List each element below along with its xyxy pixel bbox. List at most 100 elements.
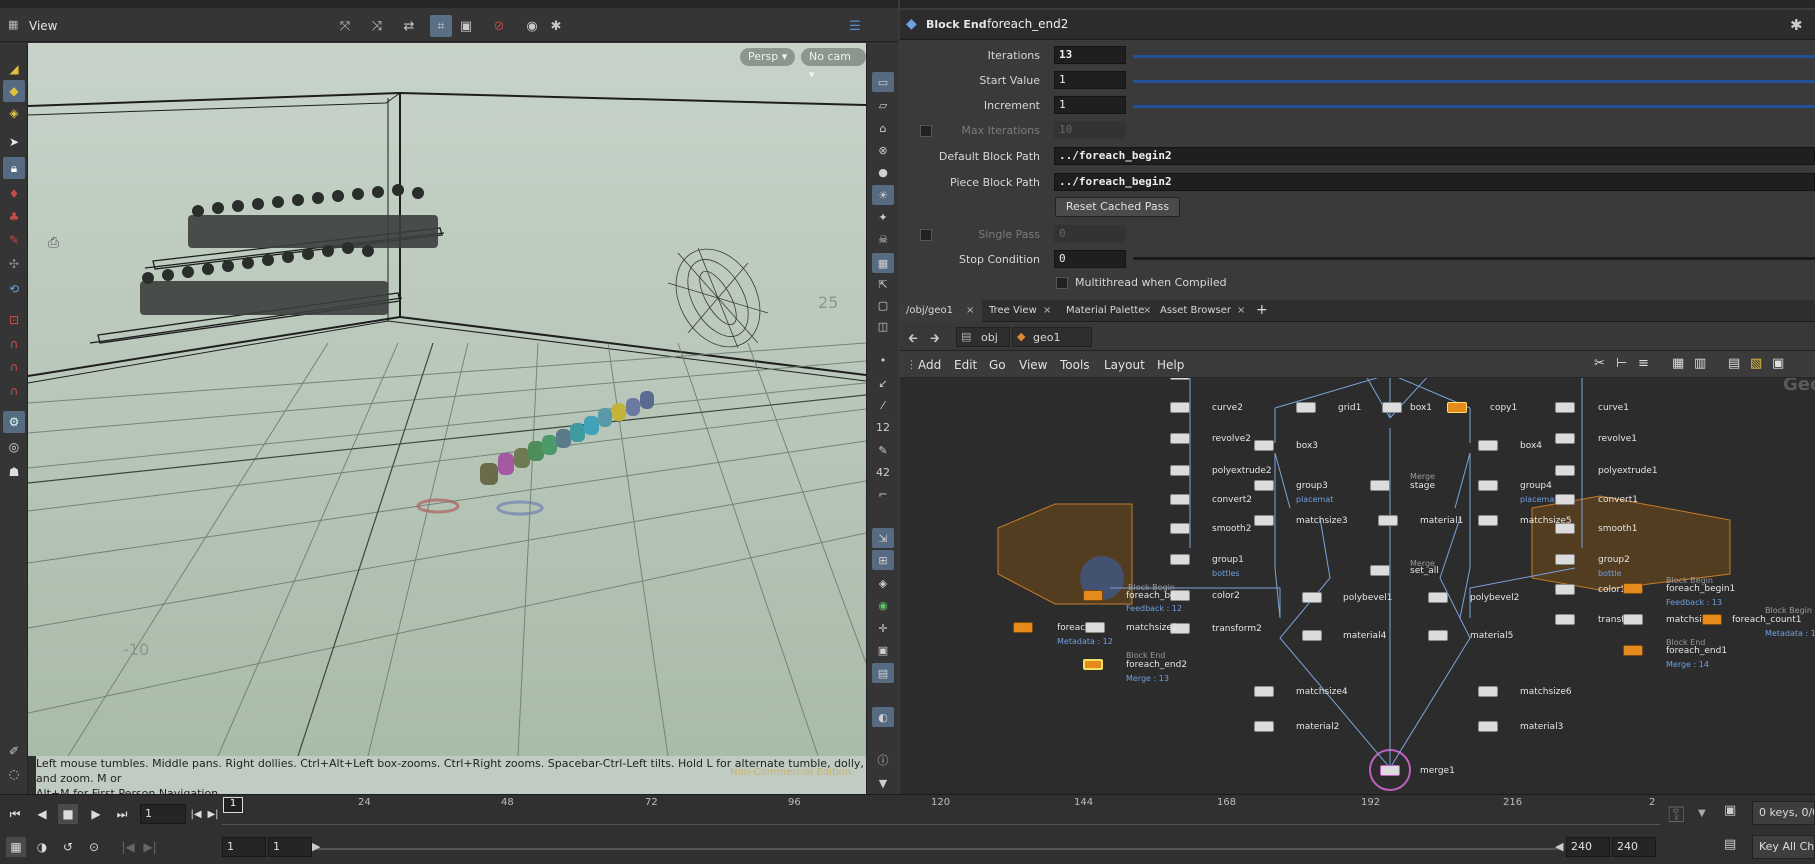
node-material3[interactable] [1478,721,1498,732]
node-polyextrude1[interactable] [1555,465,1575,476]
network-box-icon[interactable]: ▤ [1728,356,1740,371]
range-start-handle-icon[interactable]: ▶ [312,840,320,853]
jump-end-icon[interactable]: ⏭ [112,804,132,824]
magnet-icon-3[interactable]: ∩ [3,380,25,402]
gear-icon[interactable]: ✱ [1790,16,1803,34]
key-all-channels-button[interactable]: Key All Cha [1752,835,1815,859]
display-options-icon[interactable]: ☰ [844,15,866,37]
audio-icon[interactable]: ◑ [32,837,52,857]
node-matchsize1[interactable] [1085,622,1105,633]
bg-icon[interactable]: ◫ [872,316,894,336]
increment-field[interactable]: 1 [1054,96,1126,114]
snapping-icon[interactable]: ⚙ [3,411,25,433]
iterations-slider[interactable] [1133,55,1815,58]
snap-prim-icon[interactable]: ▣ [455,15,477,37]
node-foreach-count2[interactable] [1013,622,1033,633]
keyframe-channel-icon[interactable]: ▤ [1724,837,1736,852]
piece-block-path-field[interactable]: ../foreach_begin2 [1054,173,1815,191]
point-icon[interactable]: • [872,350,894,370]
tree-layout-icon[interactable]: ⊢ [1616,356,1627,371]
record-disabled-icon[interactable]: ⊘ [488,15,510,37]
node-convert1[interactable] [1555,494,1575,505]
camera-menu[interactable]: No cam ▾ [801,48,866,81]
edit-icon[interactable]: ✐ [3,740,25,762]
node-material4[interactable] [1302,630,1322,641]
magnet-icon-1[interactable]: ∩ [3,333,25,355]
next-key-icon[interactable]: ▶| [140,837,160,857]
node-revolve1[interactable] [1555,433,1575,444]
prim-numbers-icon[interactable]: 42 [872,462,894,482]
node-smooth2[interactable] [1170,523,1190,534]
node-grid1[interactable] [1296,402,1316,413]
node-matchsize5[interactable] [1478,515,1498,526]
keys-status-button[interactable]: 0 keys, 0/0 [1752,801,1815,825]
info-icon[interactable]: ⓘ [872,750,894,770]
node-box3[interactable] [1254,440,1274,451]
stop-icon[interactable]: ■ [58,804,78,824]
step-forward-icon[interactable]: ▶| [203,804,223,824]
node-polybevel1[interactable] [1302,592,1322,603]
tab-asset-browser[interactable]: Asset Browser [1154,300,1244,322]
playhead-marker[interactable]: 1 [223,797,243,813]
node-matchsize6[interactable] [1478,686,1498,697]
key-icon[interactable]: ⚿ [1668,803,1685,828]
start-value-field[interactable]: 1 [1054,71,1126,89]
camera-view-icon[interactable]: ◉ [521,15,543,37]
handle-icon[interactable]: ♦ [3,183,25,205]
menu-view[interactable]: View [1019,358,1047,372]
timeline-settings-icon[interactable]: ⊙ [84,837,104,857]
camera-icon[interactable]: ◎ [3,436,25,458]
select-tool-icon[interactable]: ◢ [3,58,25,80]
image-icon[interactable]: ▣ [1772,356,1784,371]
stop-condition-slider[interactable] [1133,257,1815,260]
tab-close-icon[interactable]: × [1237,305,1245,316]
path-geo1-button[interactable]: ◆ geo1 [1012,327,1092,347]
key-dropdown-icon[interactable]: ▼ [1698,808,1706,819]
loop-icon[interactable]: ↺ [58,837,78,857]
stop-condition-field[interactable]: 0 [1054,250,1126,268]
start-frame-field-2[interactable]: 1 [268,837,312,857]
tab-close-icon[interactable]: × [1143,305,1151,316]
node-foreach-end2[interactable] [1083,659,1103,670]
snapshot-icon[interactable]: ✱ [545,15,567,37]
node-group3[interactable] [1254,480,1274,491]
pane-grip-icon[interactable]: ⋮ [906,358,917,371]
prev-key-icon[interactable]: |◀ [118,837,138,857]
node-group4[interactable] [1478,480,1498,491]
edge-icon[interactable]: ⌐ [872,484,894,504]
snap-grid-icon[interactable]: ⌗ [430,15,452,37]
node-curve1[interactable] [1555,402,1575,413]
play-icon[interactable]: ▶ [86,804,106,824]
channel-icon[interactable]: ▣ [1724,803,1736,818]
headlight-icon[interactable]: ✦ [872,207,894,227]
jump-start-icon[interactable]: ⏮ [5,804,25,824]
rotate-tool-icon[interactable]: ◈ [3,102,25,124]
start-frame-field[interactable]: 1 [222,837,266,857]
cube-icon[interactable]: ◈ [872,573,894,593]
normal-icon[interactable]: ↙ [872,373,894,393]
range-end-handle-icon[interactable]: ◀ [1555,840,1563,853]
menu-go[interactable]: Go [989,358,1006,372]
range-slider[interactable] [316,848,1562,850]
default-block-path-field[interactable]: ../foreach_begin2 [1054,147,1815,165]
menu-edit[interactable]: Edit [954,358,977,372]
forward-arrow-icon[interactable]: 🡲 [930,329,940,350]
end-frame-field[interactable]: 240 [1566,837,1610,857]
snap-swap-icon[interactable]: ⇄ [398,15,420,37]
node-name-field[interactable]: foreach_end2 [987,17,1068,31]
node-foreach-end1[interactable] [1623,645,1643,656]
render-view-icon[interactable]: ▤ [872,663,894,683]
tools-icon[interactable]: ✂ [1594,356,1605,371]
node-transform1[interactable] [1555,614,1575,625]
node-convert2[interactable] [1170,494,1190,505]
magnet-icon-2[interactable]: ∩ [3,356,25,378]
menu-layout[interactable]: Layout [1104,358,1145,372]
stop-icon[interactable]: ▣ [872,640,894,660]
view-tool-icon[interactable]: ⊡ [3,309,25,331]
list-icon[interactable]: ≡ [1638,356,1649,371]
realtime-icon[interactable]: ▦ [6,837,26,857]
sticky-note-icon[interactable]: ▧ [1750,356,1762,371]
pose-icon[interactable]: ♣ [3,206,25,228]
node-material5[interactable] [1428,630,1448,641]
increment-slider[interactable] [1133,105,1815,108]
